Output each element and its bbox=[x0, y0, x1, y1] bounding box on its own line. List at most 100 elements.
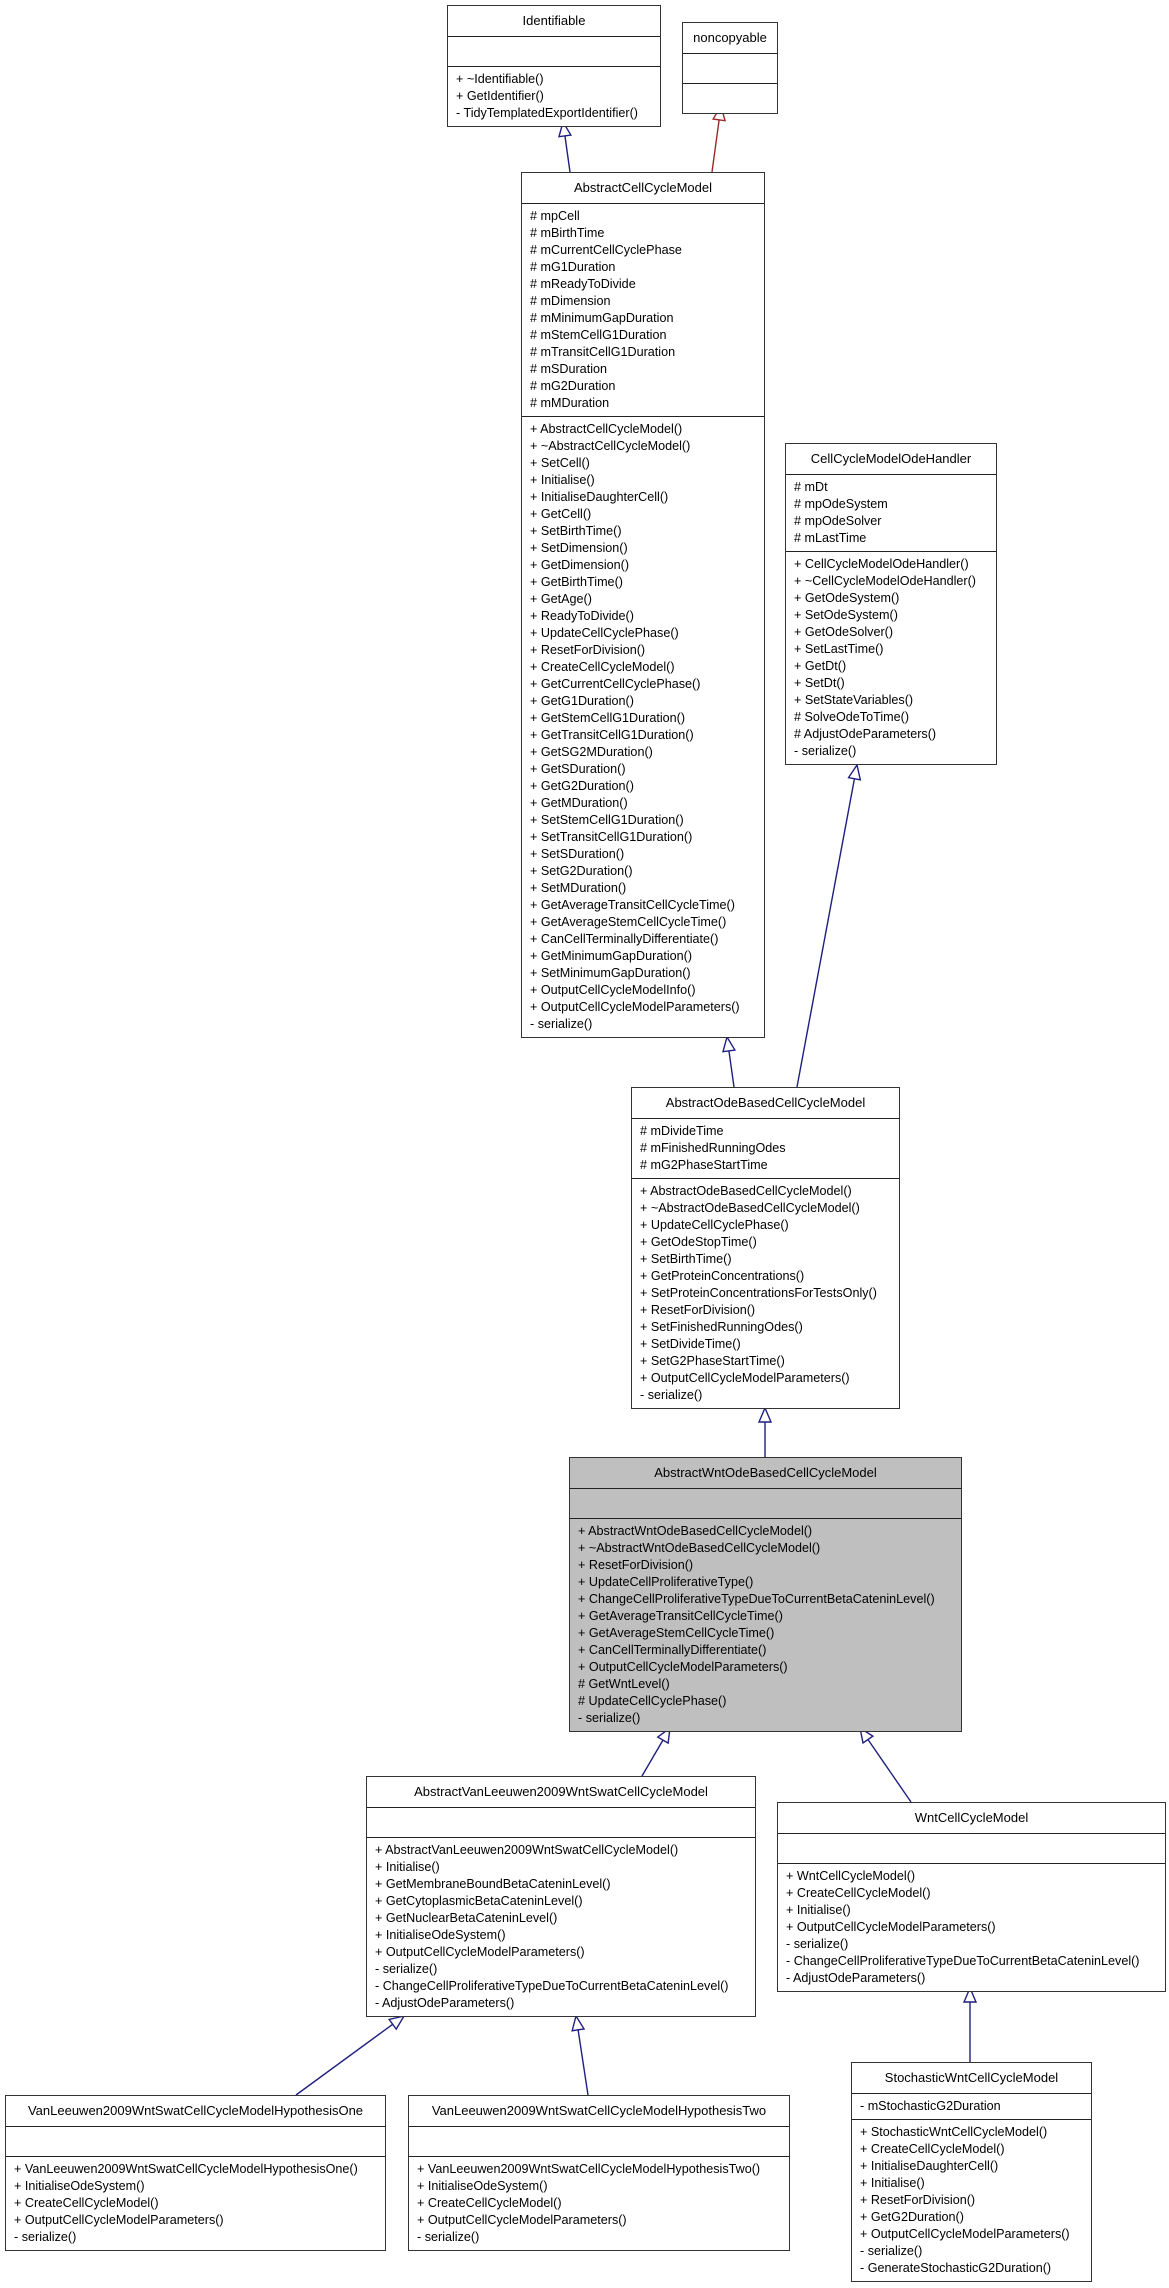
method-item[interactable]: + CanCellTerminallyDifferentiate() bbox=[578, 1642, 961, 1659]
method-item[interactable]: # UpdateCellCyclePhase() bbox=[578, 1693, 961, 1710]
method-item[interactable]: + GetDt() bbox=[794, 658, 996, 675]
method-item[interactable]: + UpdateCellCyclePhase() bbox=[530, 625, 764, 642]
method-item[interactable]: + SetG2PhaseStartTime() bbox=[640, 1353, 899, 1370]
attribute-item[interactable]: # mFinishedRunningOdes bbox=[640, 1140, 899, 1157]
method-item[interactable]: + GetOdeSolver() bbox=[794, 624, 996, 641]
method-item[interactable]: + ResetForDivision() bbox=[640, 1302, 899, 1319]
method-item[interactable]: + CreateCellCycleModel() bbox=[860, 2141, 1091, 2158]
method-item[interactable]: + GetCytoplasmicBetaCateninLevel() bbox=[375, 1893, 755, 1910]
method-item[interactable]: + SetOdeSystem() bbox=[794, 607, 996, 624]
method-item[interactable]: + ReadyToDivide() bbox=[530, 608, 764, 625]
method-item[interactable]: # AdjustOdeParameters() bbox=[794, 726, 996, 743]
method-item[interactable]: - serialize() bbox=[14, 2229, 385, 2246]
method-item[interactable]: + SetDimension() bbox=[530, 540, 764, 557]
method-item[interactable]: + SetG2Duration() bbox=[530, 863, 764, 880]
method-item[interactable]: + GetStemCellG1Duration() bbox=[530, 710, 764, 727]
method-item[interactable]: # SolveOdeToTime() bbox=[794, 709, 996, 726]
method-item[interactable]: + GetNuclearBetaCateninLevel() bbox=[375, 1910, 755, 1927]
method-item[interactable]: + Initialise() bbox=[530, 472, 764, 489]
method-item[interactable]: + GetOdeStopTime() bbox=[640, 1234, 899, 1251]
method-item[interactable]: + InitialiseOdeSystem() bbox=[375, 1927, 755, 1944]
method-item[interactable]: + AbstractVanLeeuwen2009WntSwatCellCycle… bbox=[375, 1842, 755, 1859]
method-item[interactable]: + SetDivideTime() bbox=[640, 1336, 899, 1353]
method-item[interactable]: + OutputCellCycleModelParameters() bbox=[375, 1944, 755, 1961]
method-item[interactable]: + GetOdeSystem() bbox=[794, 590, 996, 607]
class-abstract-wnt-ode-based-cell-cycle-model[interactable]: AbstractWntOdeBasedCellCycleModel + Abstr… bbox=[569, 1457, 962, 1732]
method-item[interactable]: + StochasticWntCellCycleModel() bbox=[860, 2124, 1091, 2141]
method-item[interactable]: + GetAverageTransitCellCycleTime() bbox=[530, 897, 764, 914]
attribute-item[interactable]: # mG2Duration bbox=[530, 378, 764, 395]
class-hypothesis-one[interactable]: VanLeeuwen2009WntSwatCellCycleModelHypot… bbox=[5, 2095, 386, 2251]
class-hypothesis-two[interactable]: VanLeeuwen2009WntSwatCellCycleModelHypot… bbox=[408, 2095, 790, 2251]
method-item[interactable]: - ChangeCellProliferativeTypeDueToCurren… bbox=[786, 1953, 1165, 1970]
class-cell-cycle-model-ode-handler[interactable]: CellCycleModelOdeHandler # mDt # mpOdeSyst… bbox=[785, 443, 997, 765]
attribute-item[interactable]: # mG2PhaseStartTime bbox=[640, 1157, 899, 1174]
attribute-item[interactable]: # mDivideTime bbox=[640, 1123, 899, 1140]
method-item[interactable]: + GetAverageStemCellCycleTime() bbox=[530, 914, 764, 931]
method-item[interactable]: - serialize() bbox=[375, 1961, 755, 1978]
method-item[interactable]: - ChangeCellProliferativeTypeDueToCurren… bbox=[375, 1978, 755, 1995]
attribute-item[interactable]: # mDimension bbox=[530, 293, 764, 310]
method-item[interactable]: + ~AbstractOdeBasedCellCycleModel() bbox=[640, 1200, 899, 1217]
attribute-item[interactable]: # mMDuration bbox=[530, 395, 764, 412]
attribute-item[interactable]: # mpOdeSolver bbox=[794, 513, 996, 530]
method-item[interactable]: # GetWntLevel() bbox=[578, 1676, 961, 1693]
method-item[interactable]: + OutputCellCycleModelParameters() bbox=[14, 2212, 385, 2229]
method-item[interactable]: + GetSG2MDuration() bbox=[530, 744, 764, 761]
class-abstract-ode-based-cell-cycle-model[interactable]: AbstractOdeBasedCellCycleModel # mDivideT… bbox=[631, 1087, 900, 1409]
method-item[interactable]: + CellCycleModelOdeHandler() bbox=[794, 556, 996, 573]
method-item[interactable]: - GenerateStochasticG2Duration() bbox=[860, 2260, 1091, 2277]
method-item[interactable]: + SetStateVariables() bbox=[794, 692, 996, 709]
method-item[interactable]: + SetBirthTime() bbox=[640, 1251, 899, 1268]
method-item[interactable]: + OutputCellCycleModelParameters() bbox=[860, 2226, 1091, 2243]
method-item[interactable]: + GetTransitCellG1Duration() bbox=[530, 727, 764, 744]
attribute-item[interactable]: # mG1Duration bbox=[530, 259, 764, 276]
method-item[interactable]: + GetIdentifier() bbox=[456, 88, 660, 105]
attribute-item[interactable]: # mReadyToDivide bbox=[530, 276, 764, 293]
method-item[interactable]: + CreateCellCycleModel() bbox=[417, 2195, 789, 2212]
attribute-item[interactable]: # mpOdeSystem bbox=[794, 496, 996, 513]
attribute-item[interactable]: # mpCell bbox=[530, 208, 764, 225]
attribute-item[interactable]: # mTransitCellG1Duration bbox=[530, 344, 764, 361]
method-item[interactable]: + SetMinimumGapDuration() bbox=[530, 965, 764, 982]
method-item[interactable]: + OutputCellCycleModelParameters() bbox=[578, 1659, 961, 1676]
method-item[interactable]: + ResetForDivision() bbox=[530, 642, 764, 659]
method-item[interactable]: - serialize() bbox=[530, 1016, 764, 1033]
method-item[interactable]: + GetG2Duration() bbox=[530, 778, 764, 795]
method-item[interactable]: + AbstractWntOdeBasedCellCycleModel() bbox=[578, 1523, 961, 1540]
method-item[interactable]: + ChangeCellProliferativeTypeDueToCurren… bbox=[578, 1591, 961, 1608]
method-item[interactable]: + GetMembraneBoundBetaCateninLevel() bbox=[375, 1876, 755, 1893]
method-item[interactable]: - serialize() bbox=[860, 2243, 1091, 2260]
method-item[interactable]: + SetLastTime() bbox=[794, 641, 996, 658]
method-item[interactable]: + GetAge() bbox=[530, 591, 764, 608]
method-item[interactable]: + ~AbstractCellCycleModel() bbox=[530, 438, 764, 455]
method-item[interactable]: + GetAverageTransitCellCycleTime() bbox=[578, 1608, 961, 1625]
method-item[interactable]: + VanLeeuwen2009WntSwatCellCycleModelHyp… bbox=[417, 2161, 789, 2178]
method-item[interactable]: + VanLeeuwen2009WntSwatCellCycleModelHyp… bbox=[14, 2161, 385, 2178]
method-item[interactable]: + InitialiseOdeSystem() bbox=[14, 2178, 385, 2195]
method-item[interactable]: - AdjustOdeParameters() bbox=[375, 1995, 755, 2012]
attribute-item[interactable]: # mStemCellG1Duration bbox=[530, 327, 764, 344]
attribute-item[interactable]: - mStochasticG2Duration bbox=[860, 2098, 1091, 2115]
method-item[interactable]: + SetDt() bbox=[794, 675, 996, 692]
attribute-item[interactable]: # mLastTime bbox=[794, 530, 996, 547]
method-item[interactable]: + GetProteinConcentrations() bbox=[640, 1268, 899, 1285]
method-item[interactable]: - AdjustOdeParameters() bbox=[786, 1970, 1165, 1987]
method-item[interactable]: + GetSDuration() bbox=[530, 761, 764, 778]
method-item[interactable]: + SetCell() bbox=[530, 455, 764, 472]
method-item[interactable]: + SetMDuration() bbox=[530, 880, 764, 897]
class-noncopyable[interactable]: noncopyable bbox=[682, 22, 778, 114]
method-item[interactable]: + ~AbstractWntOdeBasedCellCycleModel() bbox=[578, 1540, 961, 1557]
method-item[interactable]: + Initialise() bbox=[786, 1902, 1165, 1919]
class-abstract-van-leeuwen-2009[interactable]: AbstractVanLeeuwen2009WntSwatCellCycleMo… bbox=[366, 1776, 756, 2017]
method-item[interactable]: + UpdateCellProliferativeType() bbox=[578, 1574, 961, 1591]
method-item[interactable]: - serialize() bbox=[640, 1387, 899, 1404]
method-item[interactable]: - serialize() bbox=[794, 743, 996, 760]
method-item[interactable]: + CreateCellCycleModel() bbox=[786, 1885, 1165, 1902]
method-item[interactable]: + OutputCellCycleModelParameters() bbox=[640, 1370, 899, 1387]
attribute-item[interactable]: # mSDuration bbox=[530, 361, 764, 378]
method-item[interactable]: + SetTransitCellG1Duration() bbox=[530, 829, 764, 846]
method-item[interactable]: + AbstractOdeBasedCellCycleModel() bbox=[640, 1183, 899, 1200]
attribute-item[interactable]: # mMinimumGapDuration bbox=[530, 310, 764, 327]
method-item[interactable]: + InitialiseDaughterCell() bbox=[860, 2158, 1091, 2175]
